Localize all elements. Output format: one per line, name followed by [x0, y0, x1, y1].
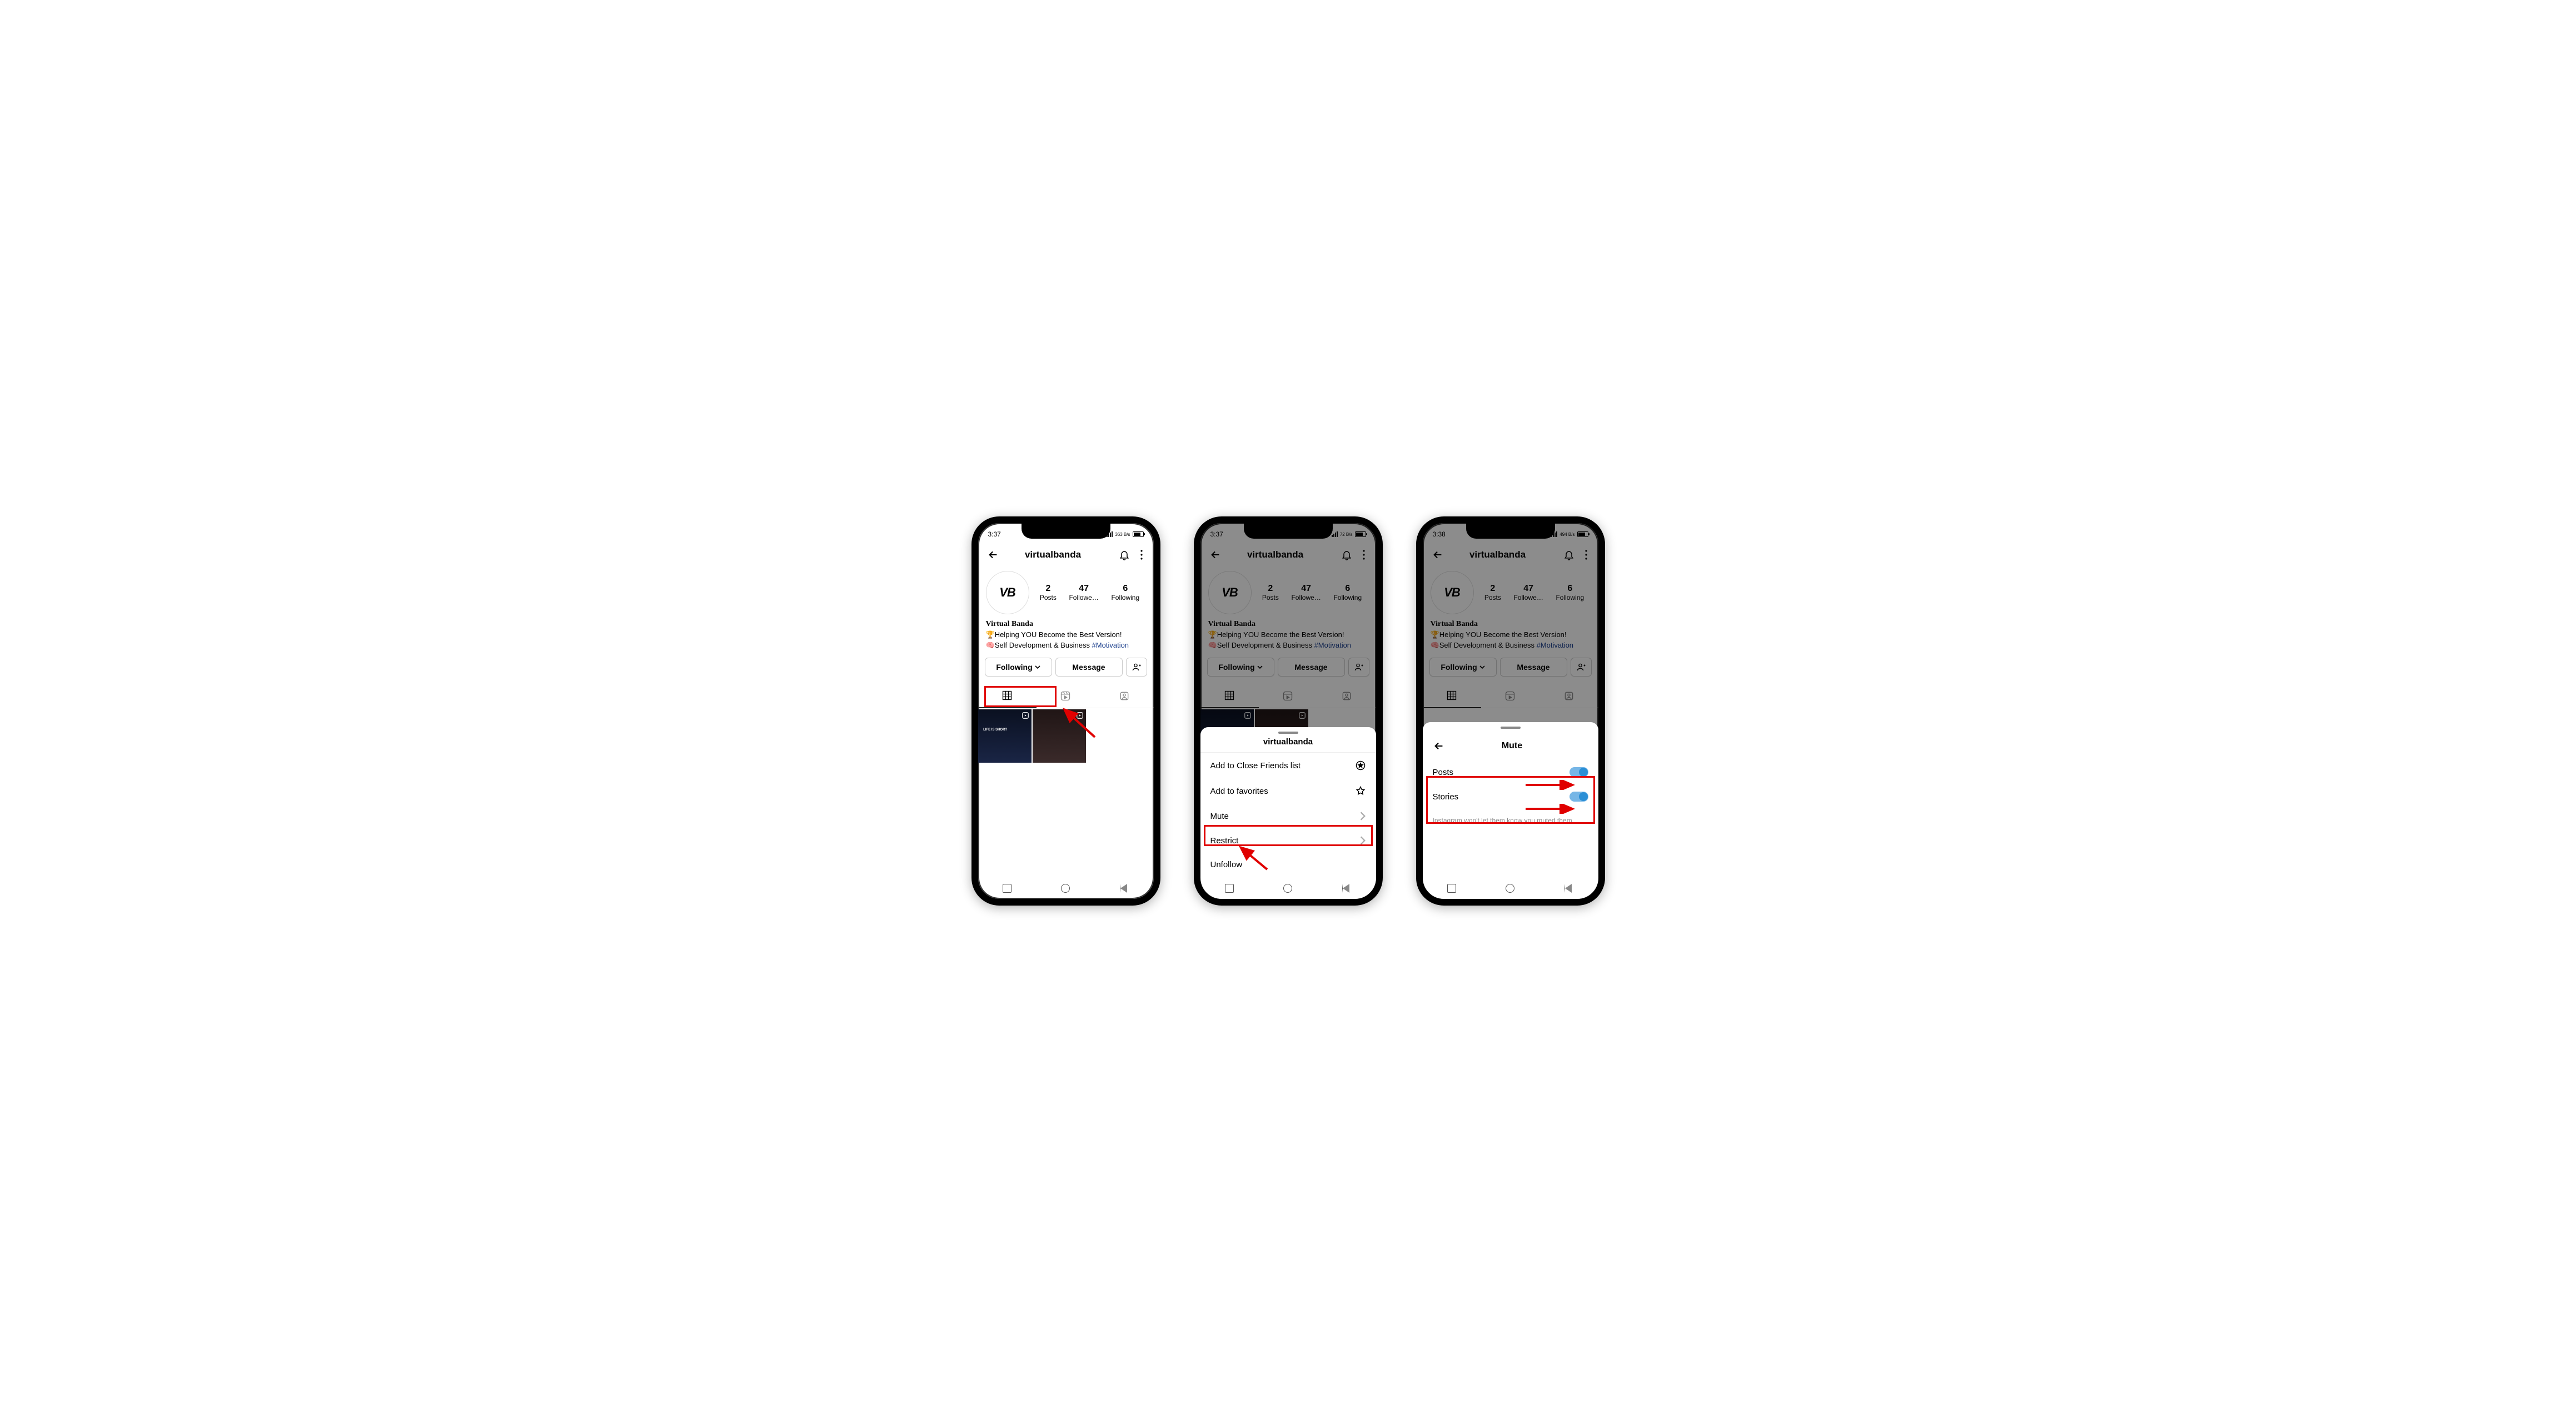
phone-1: 3:37 363 B/s virtualbanda VB 2Posts 47Fo… — [971, 516, 1160, 906]
dim-overlay — [1200, 523, 1376, 741]
mute-stories-label: Stories — [1433, 792, 1459, 802]
sheet-handle[interactable] — [1501, 727, 1521, 729]
sheet-row-favorites[interactable]: Add to favorites — [1200, 778, 1376, 804]
phone-2: 3:37 72 B/s virtualbanda VB 2Posts 47Fol… — [1194, 516, 1383, 906]
reel-icon — [1022, 712, 1029, 719]
sheet-row-close-friends[interactable]: Add to Close Friends list — [1200, 753, 1376, 778]
nav-back-icon[interactable] — [1120, 884, 1129, 893]
sheet-row-mute[interactable]: Mute — [1200, 804, 1376, 828]
network-speed: 363 B/s — [1115, 532, 1130, 537]
sheet-title: Mute — [1435, 741, 1590, 751]
nav-recent-icon[interactable] — [1225, 884, 1234, 893]
profile-top: VB 2Posts 47Followe… 6Following — [978, 568, 1154, 616]
avatar[interactable]: VB — [986, 571, 1029, 614]
following-sheet: virtualbanda Add to Close Friends list A… — [1200, 727, 1376, 899]
mute-hint: Instagram won't let them know you muted … — [1423, 809, 1598, 832]
mute-posts-toggle[interactable] — [1569, 767, 1588, 777]
bio-name: Virtual Banda — [986, 619, 1146, 630]
bio: Virtual Banda 🏆Helping YOU Become the Be… — [978, 616, 1154, 653]
bio-hashtag[interactable]: #Motivation — [1092, 641, 1129, 649]
sheet-row-unfollow[interactable]: Unfollow — [1200, 853, 1376, 877]
dim-overlay — [1423, 523, 1598, 741]
stat-followers[interactable]: 47Followe… — [1069, 584, 1098, 601]
notch — [1022, 523, 1110, 539]
mute-stories-toggle[interactable] — [1569, 792, 1588, 802]
posts-grid: LIFE IS SHORT — [978, 708, 1154, 763]
nav-home-icon[interactable] — [1061, 884, 1070, 893]
android-nav — [1423, 880, 1598, 897]
sheet-handle[interactable] — [1278, 732, 1298, 734]
profile-header: virtualbanda — [978, 542, 1154, 568]
nav-back-icon[interactable] — [1564, 884, 1573, 893]
tab-tagged[interactable] — [1095, 684, 1153, 708]
phone-3: 3:38 494 B/s virtualbanda VB 2Posts 47Fo… — [1416, 516, 1605, 906]
tab-grid[interactable] — [978, 684, 1037, 708]
post-thumbnail[interactable] — [1033, 709, 1086, 763]
stat-following[interactable]: 6Following — [1111, 584, 1139, 601]
star-icon — [1355, 785, 1366, 797]
chevron-right-icon — [1359, 836, 1366, 846]
profile-username: virtualbanda — [995, 549, 1112, 560]
chevron-down-icon — [1035, 664, 1040, 670]
mute-posts-label: Posts — [1433, 768, 1454, 777]
mute-posts-row: Posts — [1423, 760, 1598, 784]
stat-posts[interactable]: 2Posts — [1040, 584, 1057, 601]
bio-line1: Helping YOU Become the Best Version! — [995, 630, 1122, 639]
nav-home-icon[interactable] — [1283, 884, 1292, 893]
notch — [1244, 523, 1333, 539]
circle-star-icon — [1355, 760, 1366, 771]
nav-recent-icon[interactable] — [1003, 884, 1012, 893]
notch — [1466, 523, 1555, 539]
nav-home-icon[interactable] — [1506, 884, 1514, 893]
following-button[interactable]: Following — [985, 658, 1052, 677]
chevron-right-icon — [1359, 811, 1366, 821]
tab-reels[interactable] — [1037, 684, 1095, 708]
battery-icon — [1133, 531, 1144, 537]
mute-stories-row: Stories — [1423, 784, 1598, 809]
more-icon[interactable] — [1137, 548, 1146, 562]
android-nav — [978, 880, 1154, 897]
sheet-row-restrict[interactable]: Restrict — [1200, 828, 1376, 853]
add-user-button[interactable] — [1126, 658, 1147, 677]
profile-tabs — [978, 684, 1154, 708]
sheet-title: virtualbanda — [1200, 737, 1376, 753]
bell-icon[interactable] — [1117, 548, 1132, 562]
mute-sheet: Mute Posts Stories Instagram won't let t… — [1423, 722, 1598, 899]
android-nav — [1200, 880, 1376, 897]
bio-line2: Self Development & Business — [995, 641, 1092, 649]
message-button[interactable]: Message — [1055, 658, 1123, 677]
reel-icon — [1076, 712, 1084, 719]
nav-back-icon[interactable] — [1342, 884, 1351, 893]
post-thumbnail[interactable]: LIFE IS SHORT — [978, 709, 1032, 763]
nav-recent-icon[interactable] — [1447, 884, 1456, 893]
